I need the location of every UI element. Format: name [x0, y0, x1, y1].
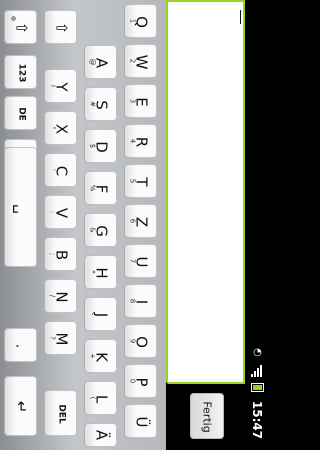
key-i[interactable]: 8 I	[124, 284, 157, 318]
key-label: 123	[16, 63, 26, 83]
key-label: V	[52, 207, 70, 218]
key-label: M	[52, 332, 70, 346]
key-label: E	[132, 96, 150, 107]
battery-icon	[251, 383, 264, 392]
key-a[interactable]: @ A	[84, 45, 117, 79]
delete-icon: DEL	[56, 404, 66, 424]
key-f[interactable]: % F	[84, 171, 117, 205]
signal-icon	[251, 365, 264, 377]
text-caret	[240, 10, 241, 24]
key-label: O	[132, 335, 150, 348]
key-label: T	[132, 177, 150, 187]
key-label: I	[132, 299, 150, 304]
key-p[interactable]: 0 P	[124, 364, 157, 398]
enter-icon: ↵	[12, 400, 30, 414]
key-label: Q	[132, 15, 150, 28]
key-label: K	[92, 351, 110, 362]
wifi-icon: ◔	[253, 347, 262, 358]
key-label: W	[132, 54, 150, 70]
key-language[interactable]: DE	[4, 96, 37, 130]
key-label: .	[12, 343, 30, 349]
key-o[interactable]: 9 O	[124, 324, 157, 358]
key-shift[interactable]: ⇧	[4, 10, 37, 44]
key-label: Y	[52, 82, 70, 92]
key-label: J	[92, 312, 110, 317]
key-space[interactable]: ␣	[4, 147, 37, 267]
key-s[interactable]: # S	[84, 87, 117, 121]
soft-keyboard: ⇧ 123 DE , ␣ . ↵ ⇧ ! Y " X ' C : V ; B /…	[0, 0, 166, 450]
key-e[interactable]: 3 E	[124, 84, 157, 118]
key-label: R	[132, 136, 150, 147]
key-n[interactable]: / N	[44, 279, 77, 313]
key-u[interactable]: 7 U	[124, 244, 157, 278]
key-m[interactable]: ? M	[44, 321, 77, 355]
shift-icon: ⇧	[52, 21, 70, 34]
key-q[interactable]: 1 Q	[124, 4, 157, 38]
key-label: C	[52, 165, 70, 176]
key-label: A	[92, 57, 110, 68]
key-z[interactable]: 6 Z	[124, 204, 157, 238]
key-label: Z	[132, 216, 150, 227]
key-j[interactable]: - J	[84, 297, 117, 331]
key-label: DE	[16, 106, 26, 121]
key-enter[interactable]: ↵	[4, 376, 37, 436]
key-label: X	[52, 123, 70, 134]
key-x[interactable]: " X	[44, 111, 77, 145]
key-label: G	[92, 224, 110, 237]
key-label: Ä	[92, 430, 110, 441]
key-ue[interactable]: Ü	[124, 404, 157, 438]
key-label: U	[132, 256, 150, 268]
key-ae[interactable]: Ä	[84, 423, 117, 447]
key-h[interactable]: * H	[84, 255, 117, 289]
key-label: H	[92, 267, 110, 279]
key-label: Ü	[132, 416, 150, 428]
key-period[interactable]: .	[4, 328, 37, 362]
text-input-area[interactable]	[166, 0, 245, 384]
clock: 15:47	[250, 400, 264, 440]
shift-icon: ⇧	[12, 21, 30, 34]
key-label: F	[92, 184, 110, 193]
key-v[interactable]: : V	[44, 195, 77, 229]
key-r[interactable]: 4 R	[124, 124, 157, 158]
key-label: N	[52, 291, 70, 303]
key-t[interactable]: 5 T	[124, 164, 157, 198]
key-d[interactable]: $ D	[84, 129, 117, 163]
status-bar: ◔ 15:47	[245, 0, 270, 450]
key-w[interactable]: 2 W	[124, 44, 157, 78]
key-c[interactable]: ' C	[44, 153, 77, 187]
key-delete[interactable]: DEL	[44, 390, 77, 436]
done-button[interactable]: Fertig	[190, 393, 224, 439]
shift-indicator-icon	[11, 16, 16, 21]
key-g[interactable]: & G	[84, 213, 117, 247]
key-label: S	[92, 99, 110, 110]
key-symbols-toggle[interactable]: 123	[4, 55, 37, 89]
key-b[interactable]: ; B	[44, 237, 77, 271]
key-label: P	[132, 377, 150, 387]
done-button-label: Fertig	[200, 401, 214, 433]
key-y[interactable]: ! Y	[44, 69, 77, 103]
key-k[interactable]: + K	[84, 339, 117, 373]
key-shift-secondary[interactable]: ⇧	[44, 10, 77, 44]
key-label: ␣	[12, 204, 30, 215]
key-label: B	[52, 249, 70, 260]
key-label: D	[92, 140, 110, 153]
